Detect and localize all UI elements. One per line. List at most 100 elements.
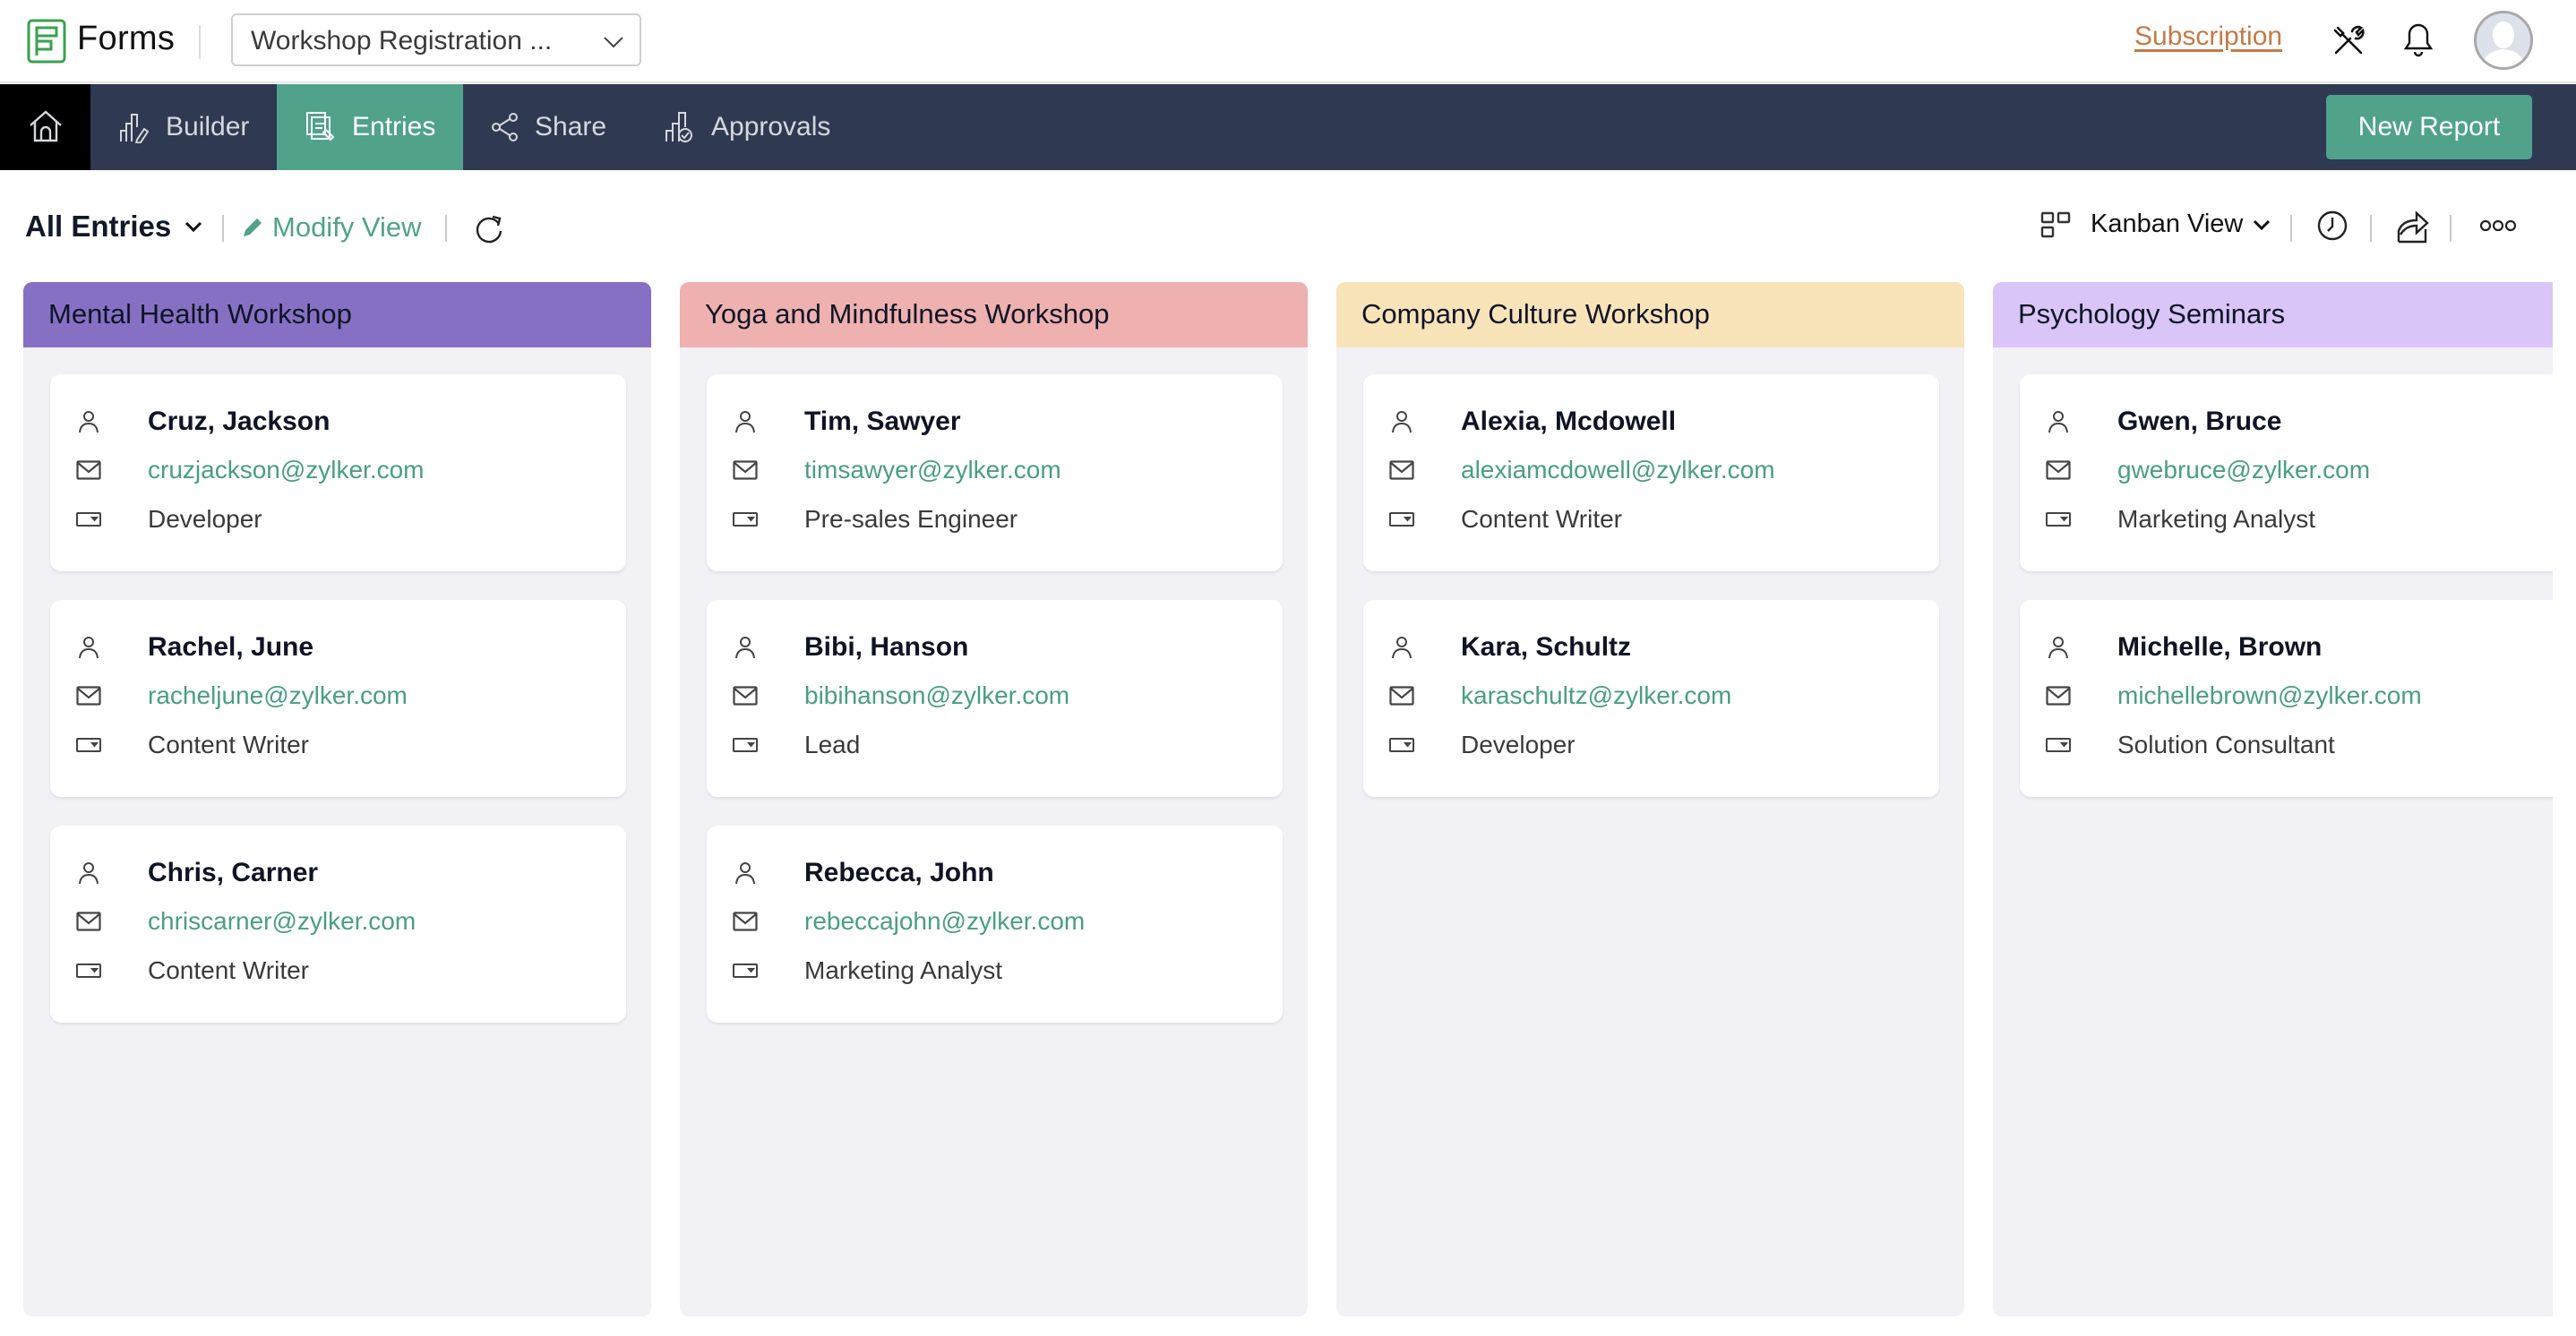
dropdown-field-icon bbox=[2046, 512, 2071, 527]
tools-icon[interactable] bbox=[2331, 22, 2366, 58]
dropdown-field-icon bbox=[733, 738, 758, 752]
entry-role: Developer bbox=[1461, 731, 1576, 758]
entry-role: Content Writer bbox=[148, 956, 309, 984]
card-name-row: Rachel, June bbox=[75, 632, 313, 663]
modify-view-label: Modify View bbox=[272, 211, 422, 243]
entry-role: Content Writer bbox=[1461, 505, 1622, 533]
more-icon[interactable] bbox=[2479, 218, 2517, 233]
entry-name: Tim, Sawyer bbox=[804, 407, 961, 436]
entry-card[interactable]: Tim, Sawyer timsawyer@zylker.com Pre-sal… bbox=[707, 374, 1283, 571]
toolbar-divider bbox=[2370, 215, 2372, 242]
entry-email[interactable]: chriscarner@zylker.com bbox=[148, 907, 416, 936]
card-role-row: Content Writer bbox=[1388, 505, 1622, 534]
entry-card[interactable]: Bibi, Hanson bibihanson@zylker.com Lead bbox=[707, 600, 1283, 797]
entry-card[interactable]: Rachel, June racheljune@zylker.com Conte… bbox=[50, 600, 626, 797]
person-icon bbox=[735, 637, 755, 659]
card-email-row: rebeccajohn@zylker.com bbox=[732, 907, 1085, 936]
column-header[interactable]: Mental Health Workshop bbox=[23, 282, 651, 347]
entry-card[interactable]: Alexia, Mcdowell alexiamcdowell@zylker.c… bbox=[1363, 374, 1939, 571]
form-selector-value: Workshop Registration ... bbox=[251, 26, 553, 56]
column-title: Mental Health Workshop bbox=[48, 298, 352, 330]
modify-view-button[interactable]: Modify View bbox=[242, 211, 422, 244]
dropdown-field-icon bbox=[733, 963, 758, 978]
entry-name: Alexia, Mcdowell bbox=[1461, 407, 1677, 436]
person-icon bbox=[79, 411, 99, 433]
home-icon bbox=[30, 110, 62, 142]
entry-email[interactable]: rebeccajohn@zylker.com bbox=[804, 907, 1085, 936]
user-avatar[interactable] bbox=[2474, 11, 2533, 70]
tab-builder[interactable]: Builder bbox=[90, 84, 277, 170]
column-title: Psychology Seminars bbox=[2018, 298, 2286, 330]
subscription-link[interactable]: Subscription bbox=[2134, 21, 2282, 52]
card-email-row: chriscarner@zylker.com bbox=[75, 907, 416, 936]
person-icon bbox=[2048, 411, 2068, 433]
entry-name: Cruz, Jackson bbox=[148, 407, 331, 436]
form-selector-dropdown[interactable]: Workshop Registration ... bbox=[231, 13, 641, 66]
entry-email[interactable]: racheljune@zylker.com bbox=[148, 681, 408, 710]
person-icon bbox=[79, 637, 99, 659]
view-mode-label: Kanban View bbox=[2091, 210, 2244, 238]
entry-card[interactable]: Michelle, Brown michellebrown@zylker.com… bbox=[2020, 600, 2553, 797]
card-role-row: Lead bbox=[732, 731, 860, 759]
clock-icon[interactable] bbox=[2316, 210, 2348, 242]
entry-card[interactable]: Chris, Carner chriscarner@zylker.com Con… bbox=[50, 826, 626, 1023]
entry-card[interactable]: Cruz, Jackson cruzjackson@zylker.com Dev… bbox=[50, 374, 626, 571]
entry-card[interactable]: Gwen, Bruce gwebruce@zylker.com Marketin… bbox=[2020, 374, 2553, 571]
entry-email[interactable]: karaschultz@zylker.com bbox=[1461, 681, 1731, 710]
entry-email[interactable]: alexiamcdowell@zylker.com bbox=[1461, 456, 1775, 484]
card-role-row: Solution Consultant bbox=[2045, 731, 2335, 759]
card-role-row: Content Writer bbox=[75, 956, 309, 985]
tab-share[interactable]: Share bbox=[463, 84, 645, 170]
tab-label: Builder bbox=[166, 112, 250, 141]
card-name-row: Bibi, Hanson bbox=[732, 632, 968, 663]
card-role-row: Marketing Analyst bbox=[2045, 505, 2315, 534]
view-mode-dropdown[interactable]: Kanban View bbox=[2040, 210, 2271, 239]
entry-email[interactable]: timsawyer@zylker.com bbox=[804, 456, 1061, 484]
dropdown-field-icon bbox=[76, 512, 101, 527]
entry-name: Gwen, Bruce bbox=[2117, 407, 2282, 436]
toolbar-divider bbox=[2290, 215, 2292, 242]
card-name-row: Gwen, Bruce bbox=[2045, 407, 2281, 437]
entry-card[interactable]: Rebecca, John rebeccajohn@zylker.com Mar… bbox=[707, 826, 1283, 1023]
main-nav: Builder Entries Share Approvals New Repo… bbox=[0, 84, 2576, 170]
person-icon bbox=[2048, 637, 2068, 659]
new-report-button[interactable]: New Report bbox=[2326, 95, 2532, 159]
mail-icon bbox=[733, 912, 758, 931]
entry-name: Michelle, Brown bbox=[2117, 632, 2323, 662]
person-icon bbox=[79, 862, 99, 885]
home-button[interactable] bbox=[0, 84, 90, 170]
entry-role: Solution Consultant bbox=[2117, 731, 2335, 758]
entries-icon bbox=[306, 112, 335, 141]
column-header[interactable]: Company Culture Workshop bbox=[1336, 282, 1964, 347]
entry-email[interactable]: gwebruce@zylker.com bbox=[2117, 456, 2370, 484]
column-header[interactable]: Psychology Seminars bbox=[1993, 282, 2553, 347]
view-filter-dropdown[interactable]: All Entries bbox=[25, 210, 203, 244]
bell-icon[interactable] bbox=[2402, 21, 2434, 59]
tab-approvals[interactable]: Approvals bbox=[645, 84, 860, 170]
chevron-down-icon bbox=[185, 221, 202, 233]
entry-name: Bibi, Hanson bbox=[804, 632, 969, 662]
card-name-row: Michelle, Brown bbox=[2045, 632, 2322, 663]
entry-card[interactable]: Kara, Schultz karaschultz@zylker.com Dev… bbox=[1363, 600, 1939, 797]
column-header[interactable]: Yoga and Mindfulness Workshop bbox=[680, 282, 1308, 347]
entry-email[interactable]: cruzjackson@zylker.com bbox=[148, 456, 425, 484]
entry-role: Pre-sales Engineer bbox=[804, 505, 1018, 533]
tab-entries[interactable]: Entries bbox=[277, 84, 463, 170]
export-share-icon[interactable] bbox=[2396, 208, 2430, 244]
refresh-icon[interactable] bbox=[473, 213, 505, 245]
person-icon bbox=[735, 411, 755, 433]
card-name-row: Cruz, Jackson bbox=[75, 407, 330, 437]
entry-email[interactable]: michellebrown@zylker.com bbox=[2117, 681, 2422, 710]
forms-logo-icon bbox=[27, 19, 66, 64]
dropdown-field-icon bbox=[1389, 512, 1414, 527]
approvals-icon bbox=[665, 112, 692, 142]
card-name-row: Kara, Schultz bbox=[1388, 632, 1631, 663]
builder-icon bbox=[120, 114, 150, 143]
card-name-row: Rebecca, John bbox=[732, 858, 994, 888]
card-email-row: michellebrown@zylker.com bbox=[2045, 681, 2422, 710]
card-email-row: alexiamcdowell@zylker.com bbox=[1388, 456, 1775, 484]
header-divider bbox=[199, 25, 201, 59]
card-role-row: Pre-sales Engineer bbox=[732, 505, 1018, 534]
entry-email[interactable]: bibihanson@zylker.com bbox=[804, 681, 1069, 710]
card-name-row: Tim, Sawyer bbox=[732, 407, 961, 437]
